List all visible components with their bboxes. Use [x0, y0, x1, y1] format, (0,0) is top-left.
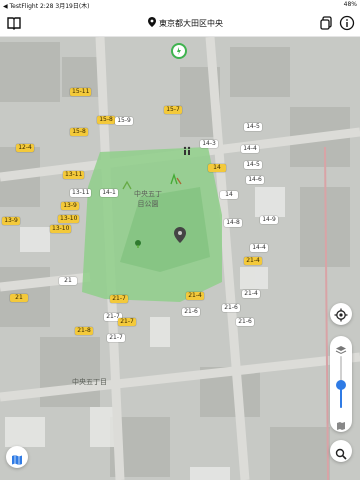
address-pin[interactable]: 14-4 — [241, 145, 259, 153]
address-pin[interactable]: 21-4 — [244, 257, 262, 265]
location-label: 東京都大田区中央 — [159, 18, 223, 28]
search-icon — [335, 445, 347, 464]
address-pin[interactable]: 13-9 — [2, 217, 20, 225]
address-pin[interactable]: 21-6 — [222, 304, 240, 312]
satellite-map[interactable]: 中央五丁 目公園 中央五丁目 15-11 15-7 15-8 15-8 15-9 — [0, 37, 360, 480]
address-pin[interactable]: 14-5 — [244, 123, 262, 131]
app-root: ◀ TestFlight 2:28 3月19日(木) 48% 東京都大田区中央 — [0, 0, 360, 480]
zoom-control — [330, 336, 352, 432]
address-pin[interactable]: 21-6 — [236, 318, 254, 326]
toilet-icon[interactable] — [182, 141, 192, 160]
address-pin[interactable]: 21-7 — [107, 334, 125, 342]
address-pin[interactable]: 14-8 — [224, 219, 242, 227]
address-pin[interactable]: 14-5 — [244, 161, 262, 169]
address-pin[interactable]: 15-11 — [70, 88, 92, 96]
zoom-slider-track[interactable] — [336, 356, 346, 408]
address-pin[interactable]: 14-1 — [100, 189, 118, 197]
search-button[interactable] — [330, 440, 352, 462]
address-pin[interactable]: 14-3 — [200, 140, 218, 148]
map-icon[interactable] — [336, 416, 346, 435]
address-pin[interactable]: 21-4 — [242, 290, 260, 298]
battery-percentage: 48% — [343, 1, 357, 8]
book-icon[interactable] — [6, 15, 22, 31]
current-pin-icon[interactable] — [174, 227, 186, 247]
address-pin[interactable]: 15-8 — [70, 128, 88, 136]
address-pin[interactable]: 14-4 — [250, 244, 268, 252]
address-pin[interactable]: 21-7 — [110, 295, 128, 303]
slide-icon[interactable] — [122, 175, 132, 194]
zoom-slider-thumb[interactable] — [336, 379, 346, 390]
area-label: 中央五丁目 — [72, 378, 107, 386]
address-pin[interactable]: 13-11 — [70, 189, 92, 197]
map-base-imagery — [0, 37, 360, 480]
location-pin-icon — [148, 17, 156, 29]
playground-icon[interactable] — [170, 170, 182, 189]
address-pin[interactable]: 13-11 — [63, 171, 85, 179]
copy-icon[interactable] — [318, 15, 334, 31]
address-pin[interactable]: 21-6 — [182, 308, 200, 316]
address-pin[interactable]: 21 — [59, 277, 77, 285]
map-layers-icon — [11, 451, 23, 470]
address-pin[interactable]: 21-8 — [75, 327, 93, 335]
address-pin[interactable]: 14-9 — [260, 216, 278, 224]
address-pin[interactable]: 21 — [10, 294, 28, 302]
address-pin[interactable]: 14-6 — [246, 176, 264, 184]
address-pin[interactable]: 13-10 — [58, 215, 80, 223]
address-pin[interactable]: 13-9 — [61, 202, 79, 210]
map-layers-button[interactable] — [6, 446, 28, 468]
location-header[interactable]: 東京都大田区中央 — [148, 17, 223, 29]
crosshair-icon — [334, 307, 348, 326]
address-pin[interactable]: 21-7 — [118, 318, 136, 326]
address-pin[interactable]: 21-4 — [186, 292, 204, 300]
status-left-text: ◀ TestFlight 2:28 3月19日(木) — [3, 3, 90, 10]
status-bar: ◀ TestFlight 2:28 3月19日(木) 48% — [0, 0, 360, 10]
top-bar: 東京都大田区中央 — [0, 10, 360, 37]
current-location-button[interactable] — [330, 303, 352, 325]
address-pin[interactable]: 15-7 — [164, 106, 182, 114]
address-pin[interactable]: 14 — [208, 164, 226, 172]
green-marker-icon[interactable] — [171, 43, 187, 59]
address-pin[interactable]: 15-8 — [97, 116, 115, 124]
address-pin[interactable]: 15-9 — [115, 117, 133, 125]
tree-icon[interactable] — [133, 234, 143, 253]
park-name: 中央五丁 目公園 — [134, 190, 162, 208]
address-pin[interactable]: 13-10 — [50, 225, 72, 233]
info-icon[interactable] — [339, 15, 355, 31]
address-pin[interactable]: 14 — [220, 191, 238, 199]
address-pin[interactable]: 12-4 — [16, 144, 34, 152]
